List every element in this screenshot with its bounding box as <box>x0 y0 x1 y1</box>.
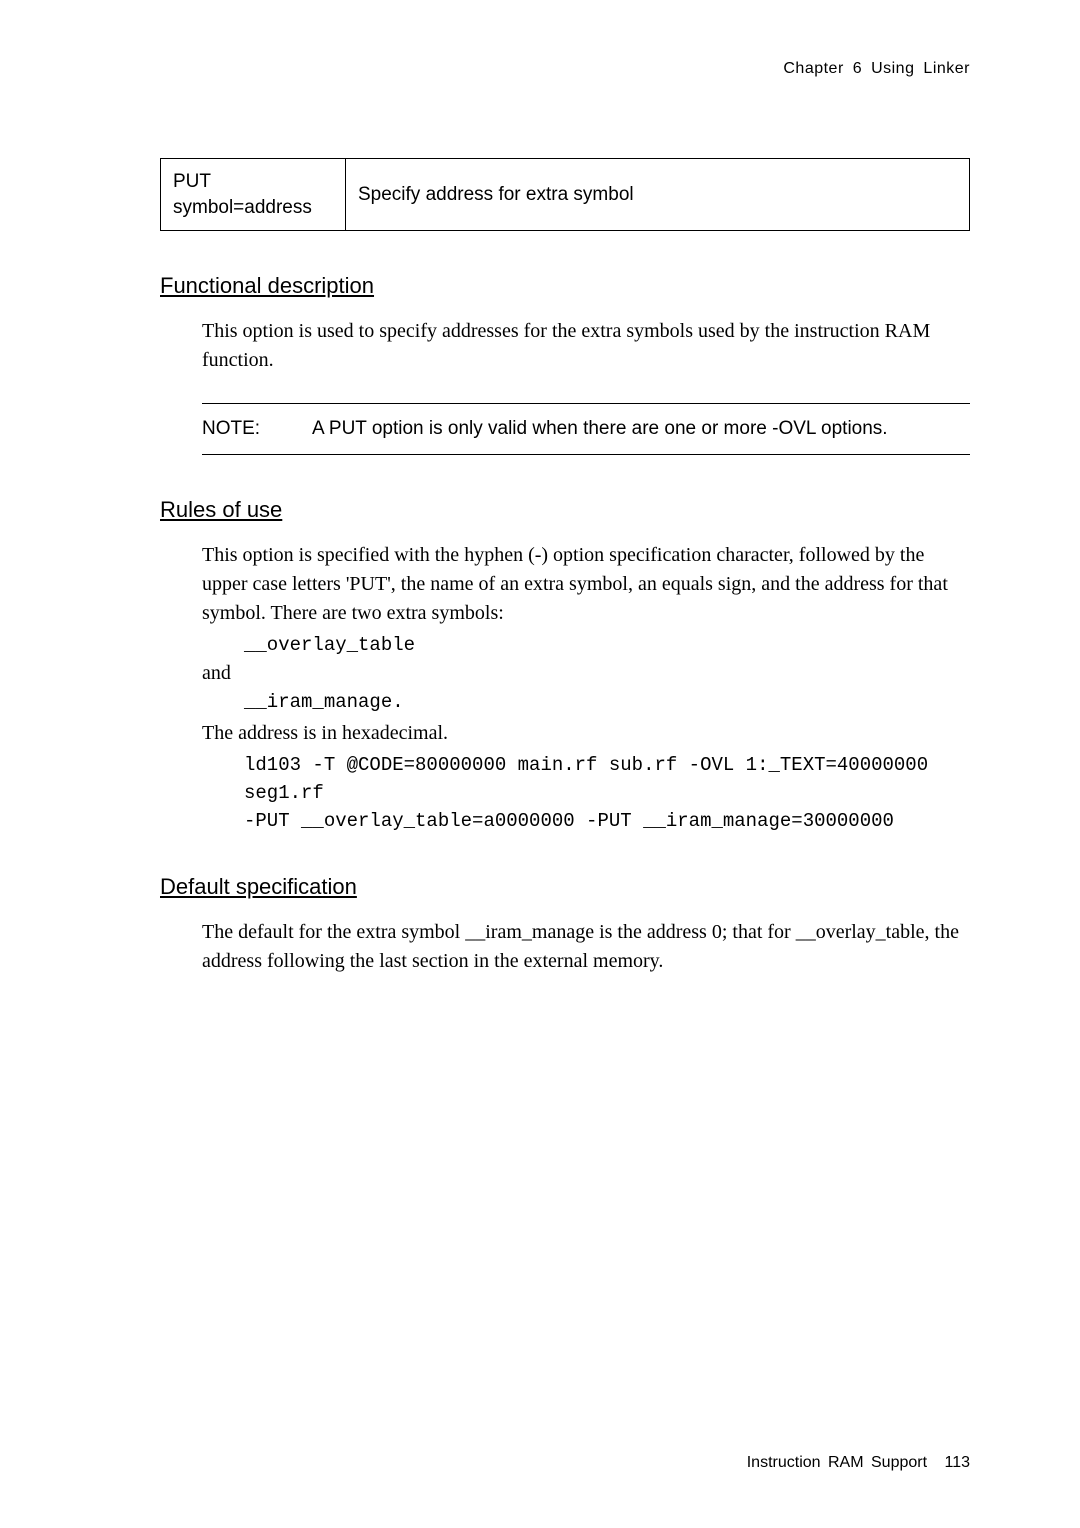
section-rules-body: This option is specified with the hyphen… <box>202 541 970 832</box>
heading-default-specification: Default specification <box>160 874 970 900</box>
code-example-line: ld103 -T @CODE=80000000 main.rf sub.rf -… <box>244 754 970 776</box>
note-box: NOTE: A PUT option is only valid when th… <box>202 403 970 455</box>
table-row: PUT symbol=address Specify address for e… <box>161 159 970 231</box>
page: Chapter 6 Using Linker PUT symbol=addres… <box>0 0 1080 1528</box>
paragraph: The address is in hexadecimal. <box>202 719 970 748</box>
page-footer: Instruction RAM Support 113 <box>747 1454 970 1472</box>
option-description: Specify address for extra symbol <box>358 184 634 205</box>
option-syntax-cell: PUT symbol=address <box>161 159 346 231</box>
note-label: NOTE: <box>202 418 312 440</box>
section-default-body: The default for the extra symbol __iram_… <box>202 918 970 976</box>
code-symbol-iram-manage: __iram_manage. <box>244 691 970 713</box>
heading-functional-description: Functional description <box>160 273 970 299</box>
code-symbol-overlay-table: __overlay_table <box>244 634 970 656</box>
paragraph: The default for the extra symbol __iram_… <box>202 918 970 976</box>
code-example-line: -PUT __overlay_table=a0000000 -PUT __ira… <box>244 810 970 832</box>
code-example-line: seg1.rf <box>244 782 970 804</box>
footer-section-label: Instruction RAM Support <box>747 1454 927 1471</box>
section-functional-body: This option is used to specify addresses… <box>202 317 970 455</box>
heading-rules-of-use: Rules of use <box>160 497 970 523</box>
paragraph: This option is specified with the hyphen… <box>202 541 970 628</box>
option-name: PUT <box>173 171 211 192</box>
page-number: 113 <box>944 1454 970 1471</box>
option-args: symbol=address <box>173 197 312 218</box>
option-description-cell: Specify address for extra symbol <box>346 159 970 231</box>
running-header: Chapter 6 Using Linker <box>160 60 970 78</box>
text-and: and <box>202 662 970 685</box>
note-text: A PUT option is only valid when there ar… <box>312 418 970 440</box>
option-syntax-table: PUT symbol=address Specify address for e… <box>160 158 970 231</box>
paragraph: This option is used to specify addresses… <box>202 317 970 375</box>
